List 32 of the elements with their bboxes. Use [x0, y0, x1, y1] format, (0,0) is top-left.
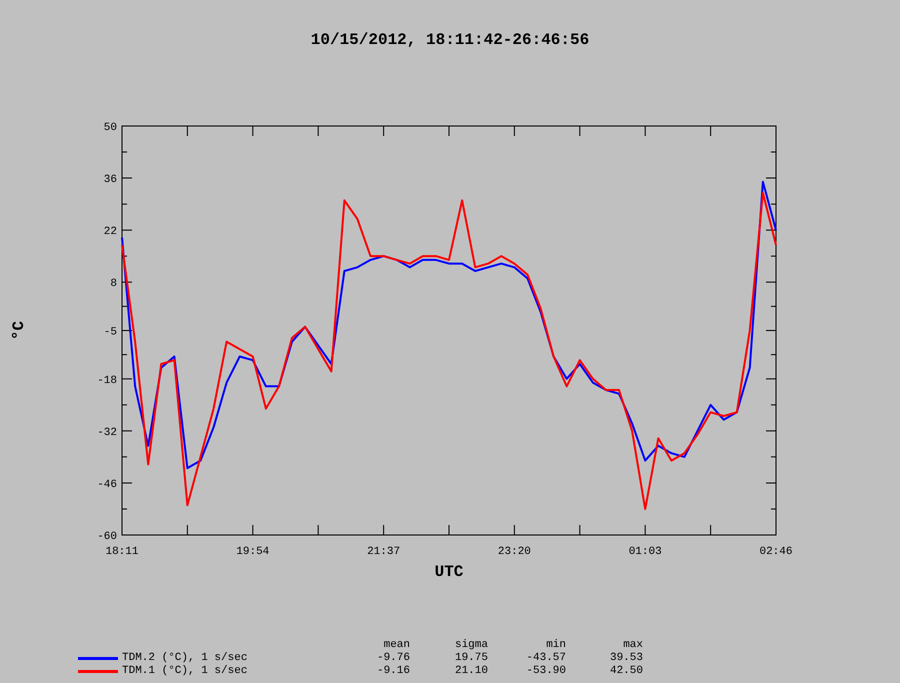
column-header: mean [382, 639, 410, 652]
stat-value: 21.10 [454, 665, 488, 678]
tick-label: 23:20 [498, 546, 531, 558]
stat-value: -43.57 [525, 652, 566, 665]
column-header: min [545, 639, 566, 652]
legend-label: TDM.1 (°C), 1 s/sec [121, 665, 248, 678]
tick-label: 22 [104, 226, 117, 238]
stat-value: 42.50 [608, 665, 643, 678]
stat-value: -53.90 [525, 665, 566, 678]
tick-label: 8 [110, 278, 117, 290]
stat-value: 39.53 [608, 652, 643, 665]
tick-label: 36 [104, 174, 117, 186]
chart-title: 10/15/2012, 18:11:42-26:46:56 [310, 30, 590, 50]
tick-label: 02:46 [760, 546, 792, 558]
axis-title: UTC [434, 563, 464, 581]
legend-label: TDM.2 (°C), 1 s/sec [121, 652, 248, 665]
stat-value: -9.16 [376, 665, 410, 678]
axis-title: °C [10, 320, 28, 340]
stat-value: -9.76 [376, 652, 410, 665]
tick-label: -5 [104, 326, 117, 338]
tick-label: -18 [97, 374, 117, 387]
tick-label: 50 [104, 122, 117, 134]
column-header: max [622, 639, 643, 652]
tick-label: 01:03 [628, 546, 662, 558]
tick-label: -46 [97, 478, 117, 491]
column-header: sigma [454, 639, 488, 652]
tick-label: -60 [97, 531, 117, 543]
tick-label: 19:54 [236, 546, 270, 558]
tick-label: 21:37 [367, 546, 400, 558]
stat-value: 19.75 [454, 652, 488, 665]
tick-label: 18:11 [106, 546, 138, 558]
tick-label: -32 [97, 426, 117, 439]
